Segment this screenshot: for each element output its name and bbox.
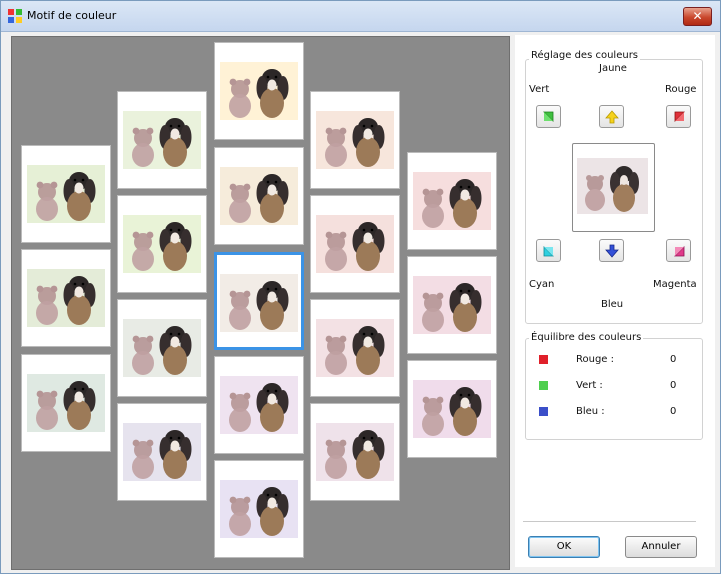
dog-photo [220,274,298,332]
pattern-thumbnail[interactable] [117,195,207,293]
dog-photo [27,165,105,223]
blue-button[interactable] [599,239,624,262]
blue-arrow-icon [605,244,619,258]
red-label: Rouge [665,84,697,95]
pattern-thumbnail[interactable] [21,354,111,452]
cyan-arrow-icon [543,246,554,257]
close-button[interactable]: ✕ [683,7,712,26]
cancel-button[interactable]: Annuler [625,536,697,558]
green-balance-label: Vert : [576,380,603,391]
green-balance-value: 0 [670,380,677,391]
dog-photo [316,423,394,481]
pattern-thumbnail[interactable] [310,91,400,189]
pattern-thumbnail[interactable] [214,147,304,245]
blue-balance-value: 0 [670,406,677,417]
pattern-thumbnail[interactable] [117,299,207,397]
current-preview [572,143,655,232]
magenta-arrow-icon [674,246,685,257]
dog-photo [413,276,491,334]
pattern-thumbnail[interactable] [21,249,111,347]
dog-photo [413,172,491,230]
app-icon [8,9,22,23]
dog-photo [27,374,105,432]
color-balance-label: Équilibre des couleurs [529,332,644,343]
pattern-thumbnail[interactable] [214,42,304,140]
dog-photo [316,319,394,377]
pattern-thumbnail[interactable] [310,403,400,501]
color-pattern-dialog: Motif de couleur ✕ Réglage des couleurs … [0,0,721,574]
dog-photo [316,215,394,273]
dog-photo [27,269,105,327]
pattern-thumbnail[interactable] [117,403,207,501]
green-arrow-icon [543,111,554,122]
window-title: Motif de couleur [27,9,117,22]
pattern-thumbnail[interactable] [21,145,111,243]
pattern-thumbnail[interactable] [407,152,497,250]
dog-photo [220,480,298,538]
blue-label: Bleu [601,299,624,310]
green-swatch [539,381,548,390]
dog-photo [220,167,298,225]
close-icon: ✕ [692,9,703,23]
green-label: Vert [529,84,550,95]
pattern-thumbnail[interactable] [407,360,497,458]
color-adjust-label: Réglage des couleurs [529,50,641,61]
dog-photo [316,111,394,169]
cyan-button[interactable] [536,239,561,262]
green-button[interactable] [536,105,561,128]
pattern-thumbnail[interactable] [310,299,400,397]
red-arrow-icon [674,111,685,122]
dog-photo [220,376,298,434]
yellow-button[interactable] [599,105,624,128]
settings-panel: Réglage des couleurs Jaune Vert Rouge Cy… [515,35,715,567]
button-separator [523,521,696,522]
red-button[interactable] [666,105,691,128]
pattern-preview-area [11,36,510,570]
pattern-thumbnail[interactable] [214,460,304,558]
dog-photo [123,111,201,169]
red-balance-label: Rouge : [576,354,615,365]
magenta-button[interactable] [666,239,691,262]
magenta-label: Magenta [653,279,697,290]
pattern-thumbnail[interactable] [117,91,207,189]
pattern-thumbnail-selected[interactable] [214,252,304,350]
dog-photo [413,380,491,438]
red-swatch [539,355,548,364]
pattern-thumbnail[interactable] [310,195,400,293]
title-bar: Motif de couleur ✕ [1,1,720,32]
dog-photo [123,215,201,273]
dog-photo [220,62,298,120]
pattern-thumbnail[interactable] [407,256,497,354]
blue-swatch [539,407,548,416]
red-balance-value: 0 [670,354,677,365]
pattern-thumbnail[interactable] [214,356,304,454]
dog-photo [123,319,201,377]
ok-button[interactable]: OK [528,536,600,558]
yellow-arrow-icon [605,110,619,124]
cyan-label: Cyan [529,279,555,290]
dog-preview-image [577,158,648,214]
dog-photo [123,423,201,481]
blue-balance-label: Bleu : [576,406,605,417]
yellow-label: Jaune [599,63,627,74]
